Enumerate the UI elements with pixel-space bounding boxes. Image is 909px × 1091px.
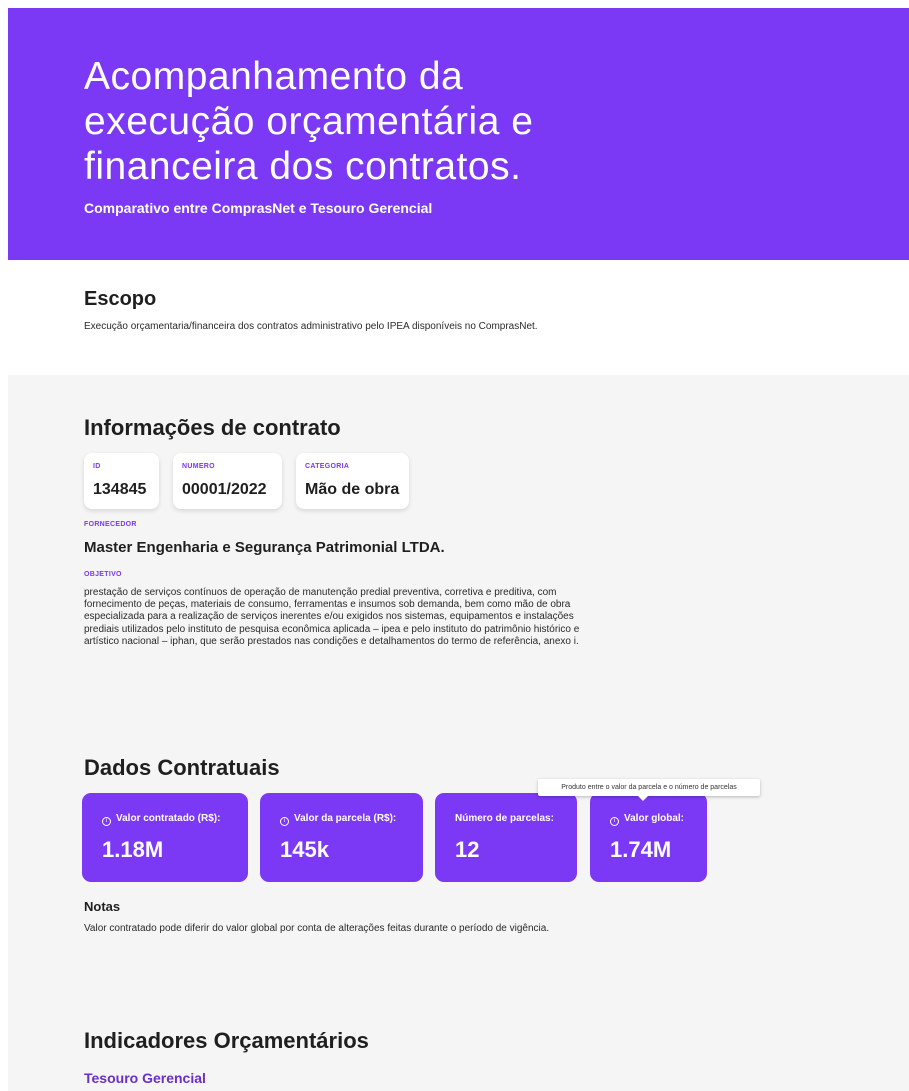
contract-number-card: NUMERO 00001/2022 [173,453,282,509]
notes-text: Valor contratado pode diferir do valor g… [84,923,550,934]
contract-category-label: CATEGORIA [305,463,350,470]
page-subtitle: Comparativo entre ComprasNet e Tesouro G… [84,200,433,216]
objective-label: OBJETIVO [84,571,122,578]
supplier-label: FORNECEDOR [84,521,137,528]
metric-label: Valor da parcela (R$): [294,813,397,824]
contract-data-title: Dados Contratuais [84,755,280,780]
scope-section: Escopo Execução orçamentaria/financeira … [84,288,564,333]
metric-label: Valor contratado (R$): [116,813,221,824]
scope-title: Escopo [84,288,157,310]
budget-indicators-title: Indicadores Orçamentários [84,1028,369,1053]
metric-value: 1.18M [102,837,164,862]
contract-category-card: CATEGORIA Mão de obra [296,453,409,509]
info-icon[interactable]: i [102,817,111,826]
metric-card-contracted-value: i Valor contratado (R$): 1.18M [82,793,248,882]
contract-info-title: Informações de contrato [84,415,341,440]
metric-label: Valor global: [624,813,685,824]
contract-id-card: ID 134845 [84,453,159,509]
scope-text: Execução orçamentaria/financeira dos con… [84,321,538,332]
contract-number-value: 00001/2022 [182,481,267,498]
global-value-tooltip: Produto entre o valor da parcela e o núm… [538,779,760,801]
info-icon[interactable]: i [610,817,619,826]
metric-label: Número de parcelas: [455,813,554,824]
metric-value: 145k [280,837,329,862]
contract-id-label: ID [93,463,101,470]
metric-card-installment-value: i Valor da parcela (R$): 145k [260,793,423,882]
contract-id-value: 134845 [93,481,147,498]
budget-indicators-subtitle: Tesouro Gerencial [84,1070,206,1086]
notes-title: Notas [84,899,121,914]
objective-text: prestação de serviços contínuos de opera… [84,587,580,647]
metric-value: 1.74M [610,837,672,862]
hero-banner: Acompanhamento da execução orçamentária … [8,8,909,260]
metric-value: 12 [455,837,480,862]
metric-card-global-value: i Valor global: 1.74M [590,793,707,882]
info-icon[interactable]: i [280,817,289,826]
supplier-name: Master Engenharia e Segurança Patrimonia… [84,539,445,556]
page-title: Acompanhamento da execução orçamentária … [84,55,534,188]
contract-number-label: NUMERO [182,463,215,470]
metric-card-installment-count: Número de parcelas: 12 [435,793,577,882]
contract-category-value: Mão de obra [305,481,400,498]
